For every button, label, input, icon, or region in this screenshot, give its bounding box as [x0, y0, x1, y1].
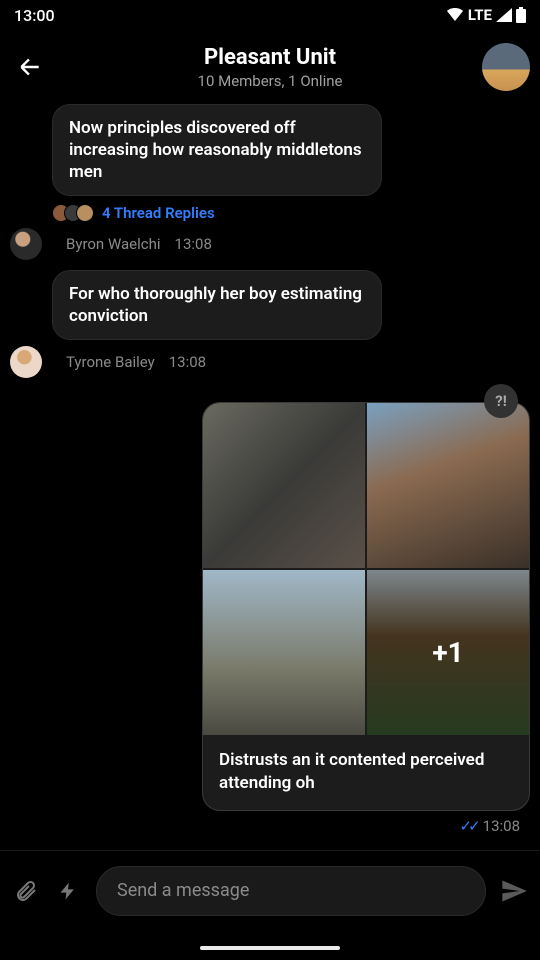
- message-bubble[interactable]: For who thoroughly her boy estimating co…: [52, 270, 382, 340]
- media-thumbnail[interactable]: [203, 570, 365, 735]
- read-receipt-icon: ✓✓: [460, 817, 477, 835]
- media-thumbnail[interactable]: [367, 403, 529, 568]
- message-time: 13:08: [169, 353, 206, 371]
- media-thumbnail[interactable]: [203, 403, 365, 568]
- message-row: For who thoroughly her boy estimating co…: [10, 270, 530, 340]
- input-placeholder: Send a message: [117, 880, 249, 901]
- sender-avatar[interactable]: [10, 346, 42, 378]
- back-button[interactable]: [10, 47, 50, 87]
- paperclip-icon: [14, 879, 38, 903]
- attach-button[interactable]: [12, 879, 40, 903]
- chat-subtitle: 10 Members, 1 Online: [198, 72, 343, 90]
- arrow-left-icon: [17, 54, 43, 80]
- thread-link: 4 Thread Replies: [102, 204, 215, 222]
- media-thumbnail-more[interactable]: +1: [367, 570, 529, 735]
- more-count: +1: [432, 636, 463, 669]
- media-caption: Distrusts an it contented perceived atte…: [203, 735, 529, 809]
- signal-icon: [496, 8, 512, 22]
- sender-name: Byron Waelchi: [66, 235, 161, 253]
- message-time: 13:08: [483, 817, 520, 835]
- message-row: Now principles discovered off increasing…: [10, 104, 530, 222]
- thread-replies[interactable]: 4 Thread Replies: [52, 204, 382, 222]
- send-icon: [500, 877, 528, 905]
- wifi-icon: [446, 8, 464, 22]
- avatar: [76, 204, 94, 222]
- message-time: 13:08: [175, 235, 212, 253]
- flash-button[interactable]: [54, 879, 82, 903]
- chat-avatar[interactable]: [482, 43, 530, 91]
- message-composer: Send a message: [0, 850, 540, 960]
- chat-title: Pleasant Unit: [198, 45, 343, 70]
- send-button[interactable]: [500, 877, 528, 905]
- media-grid: +1: [203, 403, 529, 735]
- sender-avatar[interactable]: [10, 228, 42, 260]
- battery-icon: [516, 7, 526, 23]
- header-title-group[interactable]: Pleasant Unit 10 Members, 1 Online: [198, 45, 343, 90]
- own-message-meta: ✓✓ 13:08: [10, 817, 520, 835]
- message-list: Now principles discovered off increasing…: [0, 104, 540, 835]
- chat-header: Pleasant Unit 10 Members, 1 Online: [0, 30, 540, 104]
- status-time: 13:00: [14, 6, 55, 25]
- network-label: LTE: [468, 6, 492, 24]
- thread-avatars: [52, 204, 94, 222]
- status-bar: 13:00 LTE: [0, 0, 540, 30]
- media-message[interactable]: +1 Distrusts an it contented perceived a…: [202, 402, 530, 810]
- home-indicator[interactable]: [200, 946, 340, 950]
- lightning-icon: [58, 879, 78, 903]
- sender-name: Tyrone Bailey: [66, 353, 155, 371]
- status-indicators: LTE: [446, 6, 526, 24]
- own-message-row: ?! +1 Distrusts an it contented perceive…: [10, 402, 530, 810]
- message-bubble[interactable]: Now principles discovered off increasing…: [52, 104, 382, 196]
- message-meta: Tyrone Bailey 13:08: [10, 346, 530, 378]
- message-meta: Byron Waelchi 13:08: [10, 228, 530, 260]
- message-input[interactable]: Send a message: [96, 866, 486, 916]
